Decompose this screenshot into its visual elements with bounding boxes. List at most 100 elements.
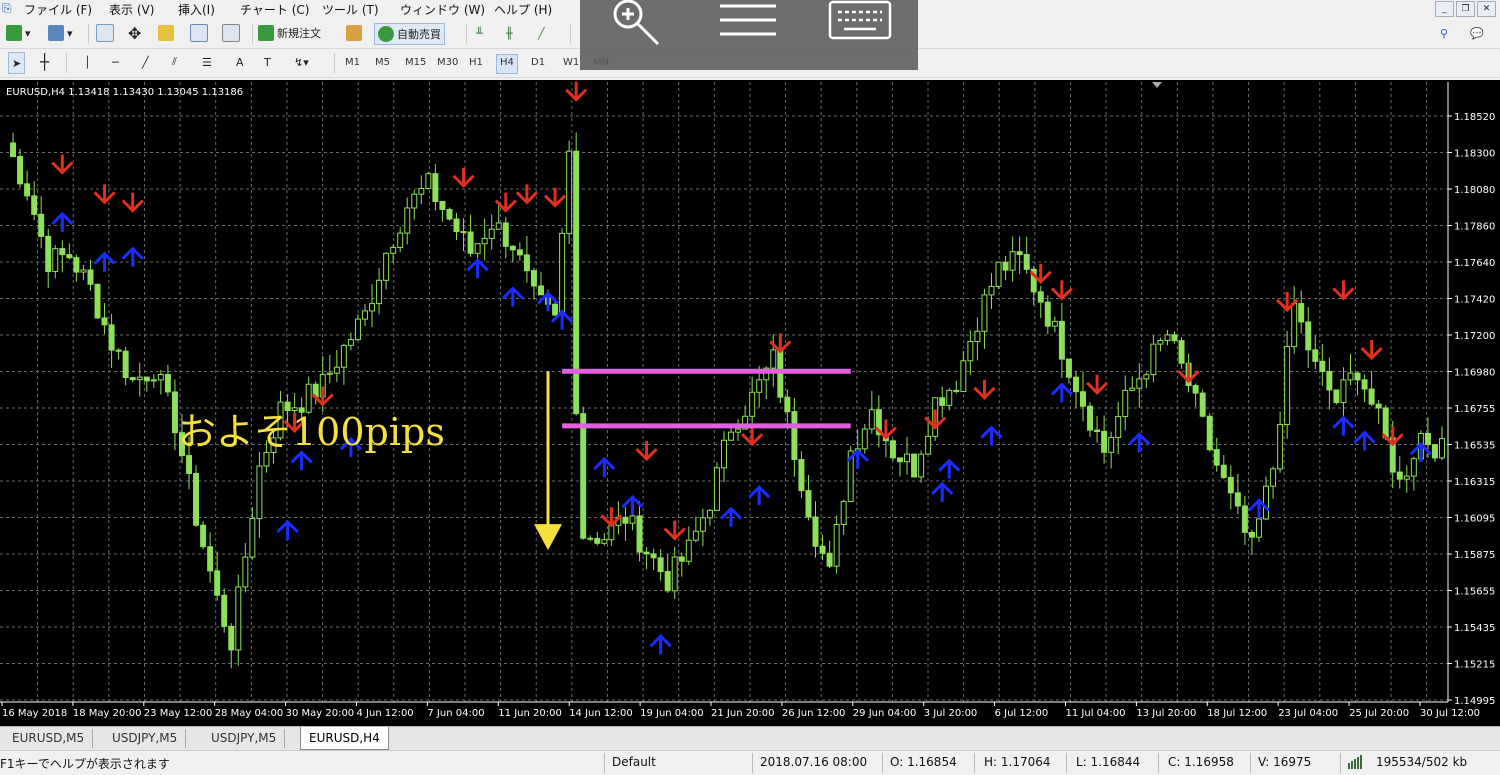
candle-body <box>643 551 650 555</box>
menu-insert[interactable]: 挿入(I) <box>178 1 215 18</box>
new-chart-button[interactable]: ▾ <box>6 23 31 43</box>
candle-body <box>812 516 819 547</box>
meta-editor-button[interactable] <box>346 23 362 43</box>
candle-body <box>31 195 38 215</box>
tab-usdjpy-m5-1[interactable]: USDJPY,M5 <box>104 729 187 748</box>
text-button[interactable]: A <box>236 52 244 72</box>
zoom-in-icon[interactable] <box>613 0 660 46</box>
candle-body <box>1150 343 1157 376</box>
tester-button[interactable] <box>222 23 240 43</box>
menu-window[interactable]: ウィンドウ (W) <box>400 1 485 18</box>
menu-chart[interactable]: チャート (C) <box>240 1 309 18</box>
line-chart-button[interactable]: ╱ <box>538 23 545 43</box>
candle-body <box>200 524 207 548</box>
candle-body <box>1270 468 1277 487</box>
candle-body <box>432 173 439 202</box>
tf-h1[interactable]: H1 <box>466 54 486 72</box>
text-label-button[interactable]: T <box>264 52 271 72</box>
cursor-button[interactable]: ➤ <box>8 52 26 74</box>
candle-body <box>896 457 903 463</box>
new-order-button[interactable]: 新規注文 <box>258 23 321 43</box>
candle-body <box>17 156 24 185</box>
candle-body <box>1072 376 1079 393</box>
menu-tools[interactable]: ツール (T) <box>322 1 379 18</box>
app-icon[interactable]: ⎘ <box>2 1 12 16</box>
chart-window[interactable]: 1.18520 1.18300 1.18080 1.17860 1.17640 1.174… <box>0 80 1500 726</box>
price-tick-label: 1.18520 <box>1454 112 1495 123</box>
tf-d1[interactable]: D1 <box>528 54 548 72</box>
candle-chart-button[interactable]: ╫ <box>506 23 513 43</box>
bar-chart-button[interactable]: ╨ <box>476 23 483 43</box>
trendline-button[interactable]: ╱ <box>142 52 149 72</box>
candle-body <box>995 261 1002 287</box>
crosshair-button[interactable]: ┼ <box>40 52 49 72</box>
market-watch-button[interactable] <box>96 23 114 43</box>
auto-trade-button[interactable]: 自動売買 <box>374 23 445 45</box>
menu-view[interactable]: 表示 (V) <box>109 1 154 18</box>
candle-body <box>699 517 706 532</box>
tf-m30[interactable]: M30 <box>434 54 461 72</box>
tf-w1[interactable]: W1 <box>560 54 582 72</box>
candle-body <box>728 431 735 441</box>
candle-body <box>256 465 263 520</box>
menu-help[interactable]: ヘルプ (H) <box>494 1 552 18</box>
candle-body <box>1058 320 1065 360</box>
candle-body <box>622 516 629 524</box>
tab-eurusd-h4[interactable]: EURUSD,H4 <box>300 727 389 750</box>
close-icon[interactable]: ✕ <box>1477 1 1496 17</box>
candle-body <box>1065 358 1072 378</box>
candle-body <box>87 269 94 285</box>
price-tick-label: 1.18300 <box>1454 149 1495 160</box>
search-button[interactable]: ⚲ <box>1440 23 1448 43</box>
candle-body <box>664 571 671 592</box>
time-tick-label: 3 Jul 20:00 <box>924 708 978 719</box>
channel-button[interactable]: ⫽ <box>172 52 177 72</box>
candle-body <box>1136 378 1143 389</box>
time-tick-label: 4 Jun 12:00 <box>357 708 414 719</box>
profiles-button[interactable]: ▾ <box>48 23 73 43</box>
tab-usdjpy-m5-2[interactable]: USDJPY,M5 <box>203 729 286 748</box>
tf-m5[interactable]: M5 <box>372 54 393 72</box>
price-tick-label: 1.17200 <box>1454 331 1495 342</box>
price-tick-label: 1.14995 <box>1454 696 1495 707</box>
vertical-line-button[interactable]: │ <box>84 52 91 72</box>
arrows-button[interactable]: ↯▾ <box>294 52 309 72</box>
candle-body <box>1009 251 1016 271</box>
candle-body <box>1248 531 1255 538</box>
candle-body <box>129 377 136 381</box>
candle-body <box>1220 464 1227 478</box>
time-tick-label: 30 Jul 12:00 <box>1420 708 1480 719</box>
trendline-icon: ╱ <box>142 55 149 69</box>
auto-trade-label: 自動売買 <box>397 28 441 41</box>
tab-eurusd-m5[interactable]: EURUSD,M5 <box>4 729 94 748</box>
chat-icon: 💬 <box>1470 26 1484 40</box>
candle-body <box>1080 391 1086 407</box>
menu-icon[interactable] <box>720 4 776 36</box>
tf-m1[interactable]: M1 <box>342 54 363 72</box>
terminal-button[interactable] <box>190 23 208 43</box>
candle-body <box>390 246 397 254</box>
chart-info-label: EURUSD,H4 1.13418 1.13430 1.13045 1.1318… <box>6 87 243 98</box>
price-tick-label: 1.16980 <box>1454 368 1495 379</box>
candle-body <box>1087 405 1094 431</box>
fibonacci-button[interactable]: ☰ <box>202 52 212 72</box>
candle-body <box>833 523 840 567</box>
price-chart[interactable]: 1.18520 1.18300 1.18080 1.17860 1.17640 1.174… <box>0 80 1500 726</box>
candle-body <box>397 232 404 248</box>
candle-body <box>1115 416 1122 438</box>
minimize-icon[interactable]: _ <box>1435 1 1454 17</box>
restore-icon[interactable]: ❐ <box>1456 1 1475 17</box>
candle-body <box>721 439 727 469</box>
candle-body <box>1044 301 1051 327</box>
menu-file[interactable]: ファイル (F) <box>24 1 92 18</box>
horizontal-line-button[interactable]: ─ <box>112 52 119 72</box>
candle-body <box>38 213 45 237</box>
keyboard-icon[interactable] <box>828 0 892 40</box>
status-close: C: 1.16958 <box>1168 755 1234 769</box>
data-window-button[interactable]: ✥ <box>128 23 141 43</box>
chat-button[interactable]: 💬 <box>1470 23 1484 43</box>
tf-m15[interactable]: M15 <box>402 54 429 72</box>
navigator-button[interactable] <box>158 23 174 43</box>
candle-body <box>24 183 31 197</box>
tf-h4[interactable]: H4 <box>496 54 518 74</box>
